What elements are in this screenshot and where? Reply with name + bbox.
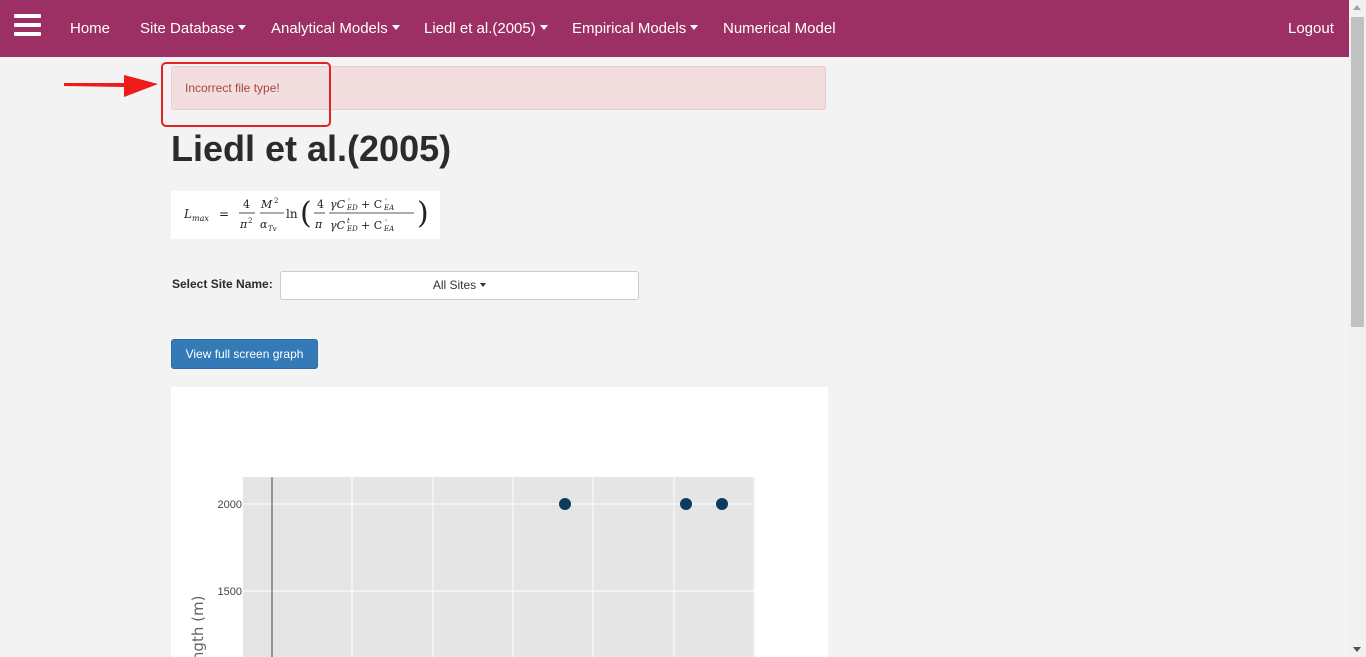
scroll-down-icon[interactable] [1353,647,1361,652]
svg-text:◦: ◦ [384,196,388,204]
red-arrow-icon [64,75,158,97]
logout-link[interactable]: Logout [1288,20,1334,37]
top-navbar: Home Site Database Analytical Models Lie… [0,0,1349,57]
graph-container: 2000 1500 Length (m) [171,387,828,657]
data-point [559,498,571,510]
menu-icon[interactable] [14,14,41,36]
svg-text:γC: γC [330,198,346,211]
svg-text:4: 4 [243,198,250,211]
svg-text:L: L [183,207,192,221]
nav-site-database-label: Site Database [140,20,235,37]
nav-empirical-models[interactable]: Empirical Models [572,20,699,37]
chevron-down-icon [391,25,400,30]
svg-text:2: 2 [248,217,252,225]
site-select-dropdown[interactable]: All Sites [280,271,639,300]
svg-text:): ) [417,196,429,231]
scroll-up-icon[interactable] [1353,5,1361,10]
svg-text:◦: ◦ [347,196,351,204]
svg-text:4: 4 [317,198,324,211]
caret-down-icon [480,283,487,287]
svg-text:max: max [192,214,209,223]
chevron-down-icon [238,25,247,30]
formula-image: L max = 4 π2 M2 α Tv ln ( 4 π γC ED ◦ + C EA… [171,191,440,239]
y-tick-label: 2000 [218,499,242,511]
svg-text:+ C: + C [361,219,382,232]
svg-text:ED: ED [346,204,358,212]
svg-text:γC: γC [330,219,346,232]
highlight-box [161,62,331,127]
chevron-down-icon [539,25,548,30]
svg-text:α: α [260,218,268,231]
nav-empirical-models-label: Empirical Models [572,20,687,37]
data-point [680,498,692,510]
svg-text:EA: EA [383,204,394,212]
scroll-thumb[interactable] [1351,17,1364,327]
svg-text:◦: ◦ [384,217,388,225]
svg-text:=: = [219,207,229,221]
formula-graphic: L max = 4 π2 M2 α Tv ln ( 4 π γC ED◦ + C EA… [183,196,429,233]
svg-text:Tv: Tv [268,225,277,233]
nav-liedl-label: Liedl et al.(2005) [424,20,536,37]
select-site-label: Select Site Name: [172,277,273,291]
svg-text:π: π [239,218,248,231]
nav-analytical-models[interactable]: Analytical Models [271,20,400,37]
svg-text:2: 2 [274,197,278,205]
page-title: Liedl et al.(2005) [171,128,452,169]
svg-text:ln: ln [286,207,298,221]
svg-text:EA: EA [383,225,394,233]
vertical-scrollbar[interactable] [1349,0,1366,657]
nav-home[interactable]: Home [70,20,110,37]
data-point [716,498,728,510]
svg-text:M: M [260,198,273,211]
svg-text:ED: ED [346,225,358,233]
nav-analytical-models-label: Analytical Models [271,20,388,37]
y-tick-label: 1500 [218,586,242,598]
svg-text:t: t [347,217,350,225]
nav-site-database[interactable]: Site Database [140,20,247,37]
svg-text:(: ( [300,196,312,231]
svg-text:+ C: + C [361,198,382,211]
view-full-screen-graph-button[interactable]: View full screen graph [171,339,318,369]
site-select-value: All Sites [432,278,477,292]
nav-liedl[interactable]: Liedl et al.(2005) [424,20,548,37]
nav-numerical-model[interactable]: Numerical Model [723,20,836,37]
svg-text:π: π [314,218,323,231]
y-axis-label: Length (m) [189,596,207,657]
scatter-plot: 2000 1500 Length (m) [189,477,755,657]
chevron-down-icon [690,25,699,30]
